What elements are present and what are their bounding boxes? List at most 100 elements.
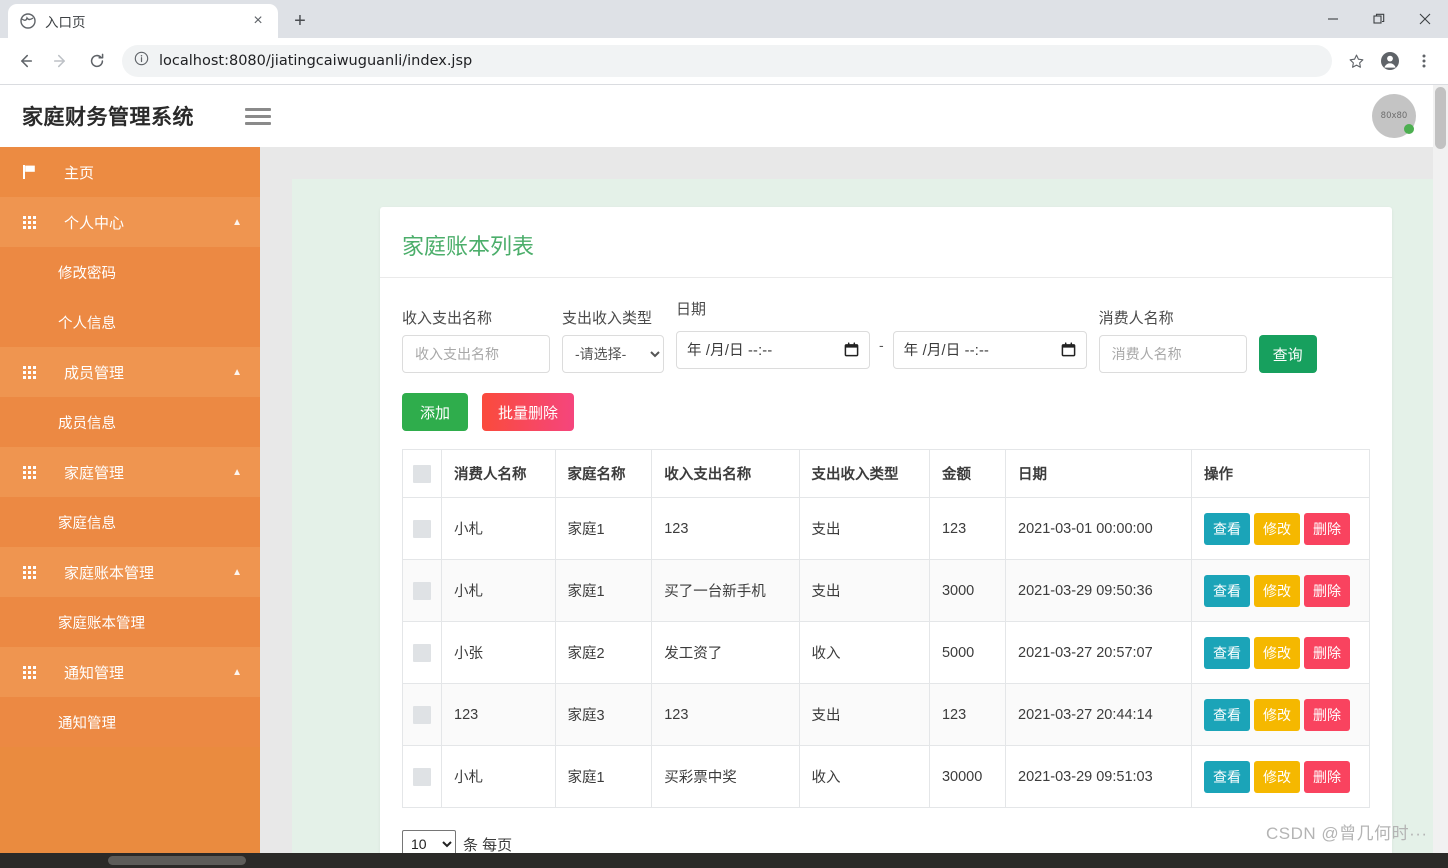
hamburger-menu-icon[interactable] (245, 103, 271, 129)
row-checkbox[interactable] (413, 643, 431, 662)
card-title: 家庭账本列表 (402, 234, 535, 259)
batch-delete-button[interactable]: 批量删除 (482, 393, 575, 431)
row-action-group: 查看 修改 删除 (1204, 760, 1357, 793)
browser-menu-icon[interactable] (1408, 45, 1440, 77)
calendar-icon[interactable] (844, 342, 859, 357)
cell-amount: 30000 (928, 745, 1007, 808)
reload-icon[interactable] (80, 44, 114, 78)
horizontal-scrollbar[interactable] (0, 853, 1448, 868)
table-row: 小札 家庭1 买了一台新手机 支出 3000 2021-03-29 09:50:36 查看修… (402, 559, 1370, 622)
row-action-group: 查看 修改 删除 (1204, 574, 1357, 607)
column-header: 金额 (928, 449, 1007, 498)
delete-button[interactable]: 删除 (1304, 636, 1350, 669)
delete-button[interactable]: 删除 (1304, 574, 1350, 607)
edit-button[interactable]: 修改 (1254, 760, 1300, 793)
scrollbar-corner (1433, 853, 1448, 868)
profile-icon[interactable] (1374, 45, 1406, 77)
delete-button[interactable]: 删除 (1304, 698, 1350, 731)
sidebar-item-6[interactable]: 家庭管理 ▲ (0, 447, 260, 497)
view-button[interactable]: 查看 (1204, 636, 1250, 669)
address-bar[interactable]: localhost:8080/jiatingcaiwuguanli/index.… (122, 45, 1332, 77)
cell-item: 发工资了 (651, 621, 800, 684)
sidebar-item-4[interactable]: 成员管理 ▲ (0, 347, 260, 397)
cell-actions: 查看 修改 删除 (1191, 745, 1370, 808)
view-button[interactable]: 查看 (1204, 698, 1250, 731)
sidebar-item-3[interactable]: 个人信息 (0, 297, 260, 347)
cell-consumer: 123 (441, 683, 556, 746)
bookmark-star-icon[interactable] (1340, 45, 1372, 77)
date-end-input[interactable]: 年 /月/日 --:-- (892, 330, 1087, 369)
row-checkbox[interactable] (413, 705, 431, 724)
date-start-input[interactable]: 年 /月/日 --:-- (676, 330, 870, 369)
vertical-scrollbar[interactable] (1433, 85, 1448, 853)
row-checkbox[interactable] (413, 767, 431, 786)
row-checkbox[interactable] (413, 519, 431, 538)
query-button[interactable]: 查询 (1258, 335, 1317, 373)
url-text: localhost:8080/jiatingcaiwuguanli/index.… (159, 53, 473, 69)
new-tab-button[interactable]: + (285, 6, 315, 36)
delete-button[interactable]: 删除 (1304, 760, 1350, 793)
filter-bar: 收入支出名称 支出收入类型 -请选择-支出收入 日期 (402, 298, 1370, 373)
edit-button[interactable]: 修改 (1254, 698, 1300, 731)
type-select[interactable]: -请选择-支出收入 (562, 335, 664, 373)
sidebar-item-2[interactable]: 修改密码 (0, 247, 260, 297)
sidebar-item-label: 个人信息 (58, 315, 116, 332)
edit-button[interactable]: 修改 (1254, 512, 1300, 545)
app-header: 家庭财务管理系统 80x80 (0, 85, 1448, 147)
income-expense-name-input[interactable] (402, 335, 550, 373)
forward-icon[interactable] (44, 44, 78, 78)
sidebar-item-8[interactable]: 家庭账本管理 ▲ (0, 547, 260, 597)
row-select-cell (402, 497, 442, 560)
edit-button[interactable]: 修改 (1254, 636, 1300, 669)
sidebar-item-0[interactable]: 主页 (0, 147, 260, 197)
window-close-button[interactable] (1402, 0, 1448, 38)
chevron-up-icon[interactable]: ▲ (232, 467, 242, 478)
avatar-container: 80x80 (1372, 94, 1416, 138)
sidebar-item-5[interactable]: 成员信息 (0, 397, 260, 447)
sidebar-item-1[interactable]: 个人中心 ▲ (0, 197, 260, 247)
close-icon[interactable]: × (249, 12, 267, 30)
grid-icon (18, 465, 40, 479)
sidebar-item-9[interactable]: 家庭账本管理 (0, 597, 260, 647)
sidebar-item-10[interactable]: 通知管理 ▲ (0, 647, 260, 697)
site-info-icon[interactable] (134, 51, 149, 71)
cell-amount: 123 (928, 497, 1007, 560)
column-header: 收入支出名称 (651, 449, 800, 498)
sidebar-item-11[interactable]: 通知管理 (0, 697, 260, 747)
restore-button[interactable] (1356, 0, 1402, 38)
row-action-group: 查看 修改 删除 (1204, 636, 1357, 669)
chevron-up-icon[interactable]: ▲ (232, 567, 242, 578)
browser-tab[interactable]: 入口页 × (8, 4, 278, 38)
table-head: 消费人名称 家庭名称 收入支出名称 支出收入类型 金额 日期 操作 (402, 449, 1370, 498)
delete-button[interactable]: 删除 (1304, 512, 1350, 545)
sidebar-item-7[interactable]: 家庭信息 (0, 497, 260, 547)
view-button[interactable]: 查看 (1204, 760, 1250, 793)
back-icon[interactable] (8, 44, 42, 78)
view-button[interactable]: 查看 (1204, 574, 1250, 607)
edit-button[interactable]: 修改 (1254, 574, 1300, 607)
chevron-up-icon[interactable]: ▲ (232, 667, 242, 678)
browser-titlebar: 入口页 × + (0, 0, 1448, 38)
chevron-up-icon[interactable]: ▲ (232, 217, 242, 228)
consumer-name-input[interactable] (1098, 335, 1247, 373)
filter-consumer-label: 消费人名称 (1098, 310, 1174, 327)
chevron-up-icon[interactable]: ▲ (232, 367, 242, 378)
row-checkbox[interactable] (413, 581, 431, 600)
grid-icon (18, 365, 40, 379)
calendar-icon[interactable] (1061, 342, 1076, 357)
date-start-value: 年 /月/日 --:-- (687, 343, 773, 359)
date-end-value: 年 /月/日 --:-- (903, 343, 990, 359)
app-body: 主页 个人中心 ▲ 修改密码 个人信息 成员管理 ▲ 成员信息 家庭管理 ▲ 家庭信息 家庭账本管理 ▲… (0, 147, 1448, 868)
minimize-button[interactable] (1310, 0, 1356, 38)
horizontal-scrollbar-thumb[interactable] (108, 856, 246, 865)
grid-icon (18, 565, 40, 579)
view-button[interactable]: 查看 (1204, 512, 1250, 545)
cell-actions: 查看 修改 删除 (1191, 683, 1370, 746)
row-select-cell (402, 745, 442, 808)
browser-window: 入口页 × + localhost:8080/jiatingcaiwuguanl… (0, 0, 1448, 868)
cell-consumer: 小札 (441, 559, 556, 622)
select-all-checkbox[interactable] (413, 464, 431, 483)
cell-actions: 查看 修改 删除 (1191, 497, 1370, 560)
vertical-scrollbar-thumb[interactable] (1435, 87, 1446, 149)
add-button[interactable]: 添加 (402, 393, 469, 431)
